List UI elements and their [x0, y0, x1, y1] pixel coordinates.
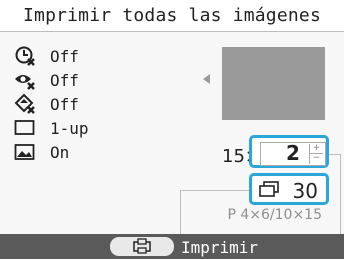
border-photo-icon	[14, 141, 40, 163]
copies-stepper[interactable]: + −	[309, 144, 323, 164]
setting-auto-correct[interactable]: Off	[14, 92, 154, 116]
preview-left-arrow-icon[interactable]	[201, 73, 213, 85]
setting-red-eye[interactable]: Off	[14, 68, 154, 92]
red-eye-correction-icon	[14, 69, 40, 91]
image-preview	[222, 47, 325, 120]
print-label: Imprimir	[181, 238, 259, 257]
decrease-icon[interactable]: −	[310, 154, 323, 163]
print-button[interactable]	[110, 237, 174, 256]
setting-date[interactable]: Off	[14, 44, 154, 68]
setting-border-value: On	[50, 142, 70, 162]
setting-auto-correct-value: Off	[50, 94, 79, 114]
copies-selector[interactable]: 2 + −	[249, 135, 329, 168]
callout-line	[180, 190, 181, 234]
auto-correction-icon	[14, 93, 40, 115]
date-stamp-icon	[14, 45, 40, 67]
setting-date-value: Off	[50, 46, 79, 66]
layout-frame-icon	[14, 117, 40, 139]
copies-value: 2	[286, 141, 300, 165]
printer-screen: Imprimir todas las imágenes Off Off Off …	[0, 0, 344, 259]
total-prints-count: 30	[292, 179, 318, 203]
callout-line	[340, 154, 341, 234]
settings-list: Off Off Off 1-up On	[14, 44, 154, 164]
copies-field[interactable]: 2 + −	[260, 141, 326, 166]
total-prints: 30	[249, 173, 329, 205]
callout-line	[180, 190, 249, 191]
setting-border[interactable]: On	[14, 140, 154, 164]
setting-red-eye-value: Off	[50, 70, 79, 90]
title-bar: Imprimir todas las imágenes	[0, 0, 344, 32]
copies-stack-icon	[259, 181, 279, 197]
page-title: Imprimir todas las imágenes	[23, 5, 321, 26]
setting-layout-value: 1-up	[50, 118, 89, 138]
paper-size-label: P 4×6/10×15	[227, 207, 322, 223]
setting-layout[interactable]: 1-up	[14, 116, 154, 140]
print-icon	[133, 238, 151, 254]
